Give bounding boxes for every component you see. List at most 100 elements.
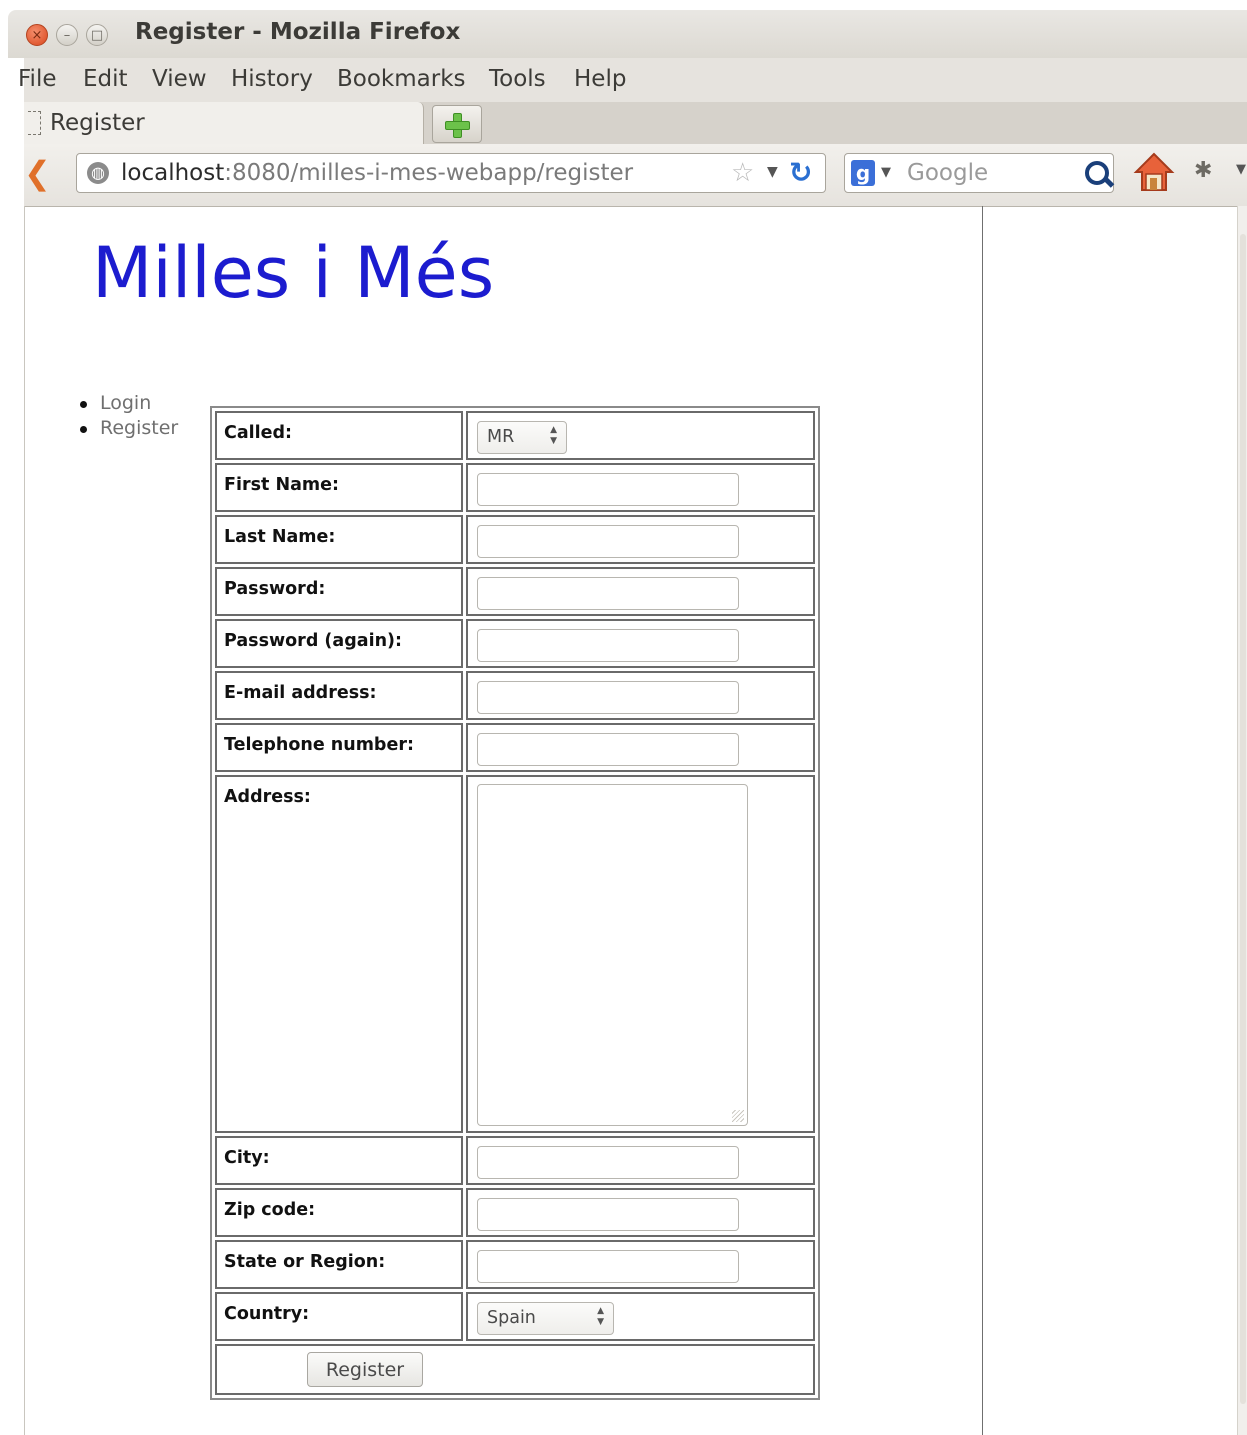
email-input[interactable] [477, 681, 739, 714]
spinner-arrows-icon: ▲ ▼ [597, 1306, 604, 1327]
first-name-label: First Name: [215, 463, 463, 512]
menu-bookmarks[interactable]: Bookmarks [337, 66, 466, 92]
menu-view[interactable]: View [152, 66, 207, 92]
close-window-icon[interactable]: × [26, 24, 48, 46]
url-host: localhost [121, 160, 225, 186]
search-bar[interactable]: g ▼ Google [844, 153, 1114, 193]
country-label: Country: [215, 1292, 463, 1341]
password-label: Password: [215, 567, 463, 616]
form-row-city: City: [215, 1136, 815, 1185]
password-again-label: Password (again): [215, 619, 463, 668]
password-cell [466, 567, 815, 616]
nav-link-register[interactable]: Register [78, 417, 178, 442]
navigation-toolbar: ❮ ◍ localhost:8080/milles-i-mes-webapp/r… [24, 144, 1247, 207]
menu-file[interactable]: File [18, 66, 57, 92]
city-input[interactable] [477, 1146, 739, 1179]
form-row-email: E-mail address: [215, 671, 815, 720]
nav-link-login[interactable]: Login [78, 392, 178, 417]
city-cell [466, 1136, 815, 1185]
url-dropdown-icon[interactable]: ▼ [767, 164, 778, 180]
form-row-submit: Register [215, 1344, 815, 1395]
form-row-telephone: Telephone number: [215, 723, 815, 772]
address-cell [466, 775, 815, 1133]
city-label: City: [215, 1136, 463, 1185]
side-navigation: Login Register [78, 392, 178, 442]
url-text[interactable]: localhost:8080/milles-i-mes-webapp/regis… [121, 160, 633, 186]
extension-icon[interactable]: ✱ [1194, 158, 1212, 183]
telephone-input[interactable] [477, 733, 739, 766]
menu-help[interactable]: Help [574, 66, 626, 92]
address-textarea[interactable] [477, 784, 748, 1126]
submit-cell: Register [215, 1344, 815, 1395]
last-name-input[interactable] [477, 525, 739, 558]
minimize-window-icon[interactable]: – [56, 24, 78, 46]
google-engine-icon[interactable]: g [851, 160, 875, 186]
password-again-input[interactable] [477, 629, 739, 662]
home-icon[interactable] [1132, 150, 1176, 194]
menu-tools[interactable]: Tools [489, 66, 546, 92]
address-label: Address: [215, 775, 463, 1133]
url-path: :8080/milles-i-mes-webapp/register [224, 160, 634, 186]
state-label: State or Region: [215, 1240, 463, 1289]
state-input[interactable] [477, 1250, 739, 1283]
email-cell [466, 671, 815, 720]
window-titlebar: × – □ Register - Mozilla Firefox [8, 10, 1247, 58]
zip-input[interactable] [477, 1198, 739, 1231]
resize-grip-icon[interactable] [732, 1110, 744, 1122]
form-row-address: Address: [215, 775, 815, 1133]
form-row-state: State or Region: [215, 1240, 815, 1289]
called-value: MR [487, 427, 515, 447]
first-name-cell [466, 463, 815, 512]
form-row-zip: Zip code: [215, 1188, 815, 1237]
state-cell [466, 1240, 815, 1289]
password-again-cell [466, 619, 815, 668]
telephone-label: Telephone number: [215, 723, 463, 772]
form-row-first-name: First Name: [215, 463, 815, 512]
menubar: File Edit View History Bookmarks Tools H… [18, 58, 1247, 102]
window-title: Register - Mozilla Firefox [135, 19, 461, 45]
plus-icon [444, 112, 470, 138]
new-tab-button[interactable] [432, 105, 482, 143]
site-title: Milles i Més [92, 232, 495, 314]
email-label: E-mail address: [215, 671, 463, 720]
zip-cell [466, 1188, 815, 1237]
vertical-scrollbar[interactable] [1237, 206, 1247, 1435]
form-row-last-name: Last Name: [215, 515, 815, 564]
scrollbar-thumb[interactable] [1240, 234, 1246, 1404]
form-row-password-again: Password (again): [215, 619, 815, 668]
url-bar[interactable]: ◍ localhost:8080/milles-i-mes-webapp/reg… [76, 153, 826, 193]
search-icon[interactable] [1085, 161, 1109, 185]
country-value: Spain [487, 1308, 536, 1328]
registration-form: Called: MR ▲ ▼ First Name: Last Name: Pas… [210, 406, 820, 1400]
tabbar: Register [24, 102, 1247, 144]
page-divider [982, 206, 983, 1435]
zip-label: Zip code: [215, 1188, 463, 1237]
form-row-password: Password: [215, 567, 815, 616]
search-engine-dropdown-icon[interactable]: ▼ [881, 165, 891, 180]
called-select[interactable]: MR ▲ ▼ [477, 421, 567, 454]
menu-history[interactable]: History [231, 66, 313, 92]
maximize-window-icon[interactable]: □ [86, 24, 108, 46]
tab-register[interactable]: Register [24, 102, 424, 144]
country-select[interactable]: Spain ▲ ▼ [477, 1302, 614, 1335]
first-name-input[interactable] [477, 473, 739, 506]
form-row-country: Country: Spain ▲ ▼ [215, 1292, 815, 1341]
telephone-cell [466, 723, 815, 772]
spinner-arrows-icon: ▲ ▼ [550, 425, 557, 446]
last-name-label: Last Name: [215, 515, 463, 564]
page-icon [28, 111, 41, 135]
register-button[interactable]: Register [307, 1352, 423, 1387]
reload-icon[interactable]: ↻ [789, 156, 812, 189]
tab-label: Register [50, 110, 145, 136]
back-arrow-icon[interactable]: ❮ [24, 156, 54, 192]
last-name-cell [466, 515, 815, 564]
menu-edit[interactable]: Edit [83, 66, 128, 92]
password-input[interactable] [477, 577, 739, 610]
called-label: Called: [215, 411, 463, 460]
globe-icon: ◍ [87, 162, 109, 184]
form-row-called: Called: MR ▲ ▼ [215, 411, 815, 460]
bookmark-star-icon[interactable]: ☆ [731, 158, 754, 188]
toolbar-overflow-icon[interactable]: ▼ [1236, 162, 1246, 177]
viewport-left-border [24, 206, 25, 1435]
search-input[interactable]: Google [907, 160, 988, 186]
